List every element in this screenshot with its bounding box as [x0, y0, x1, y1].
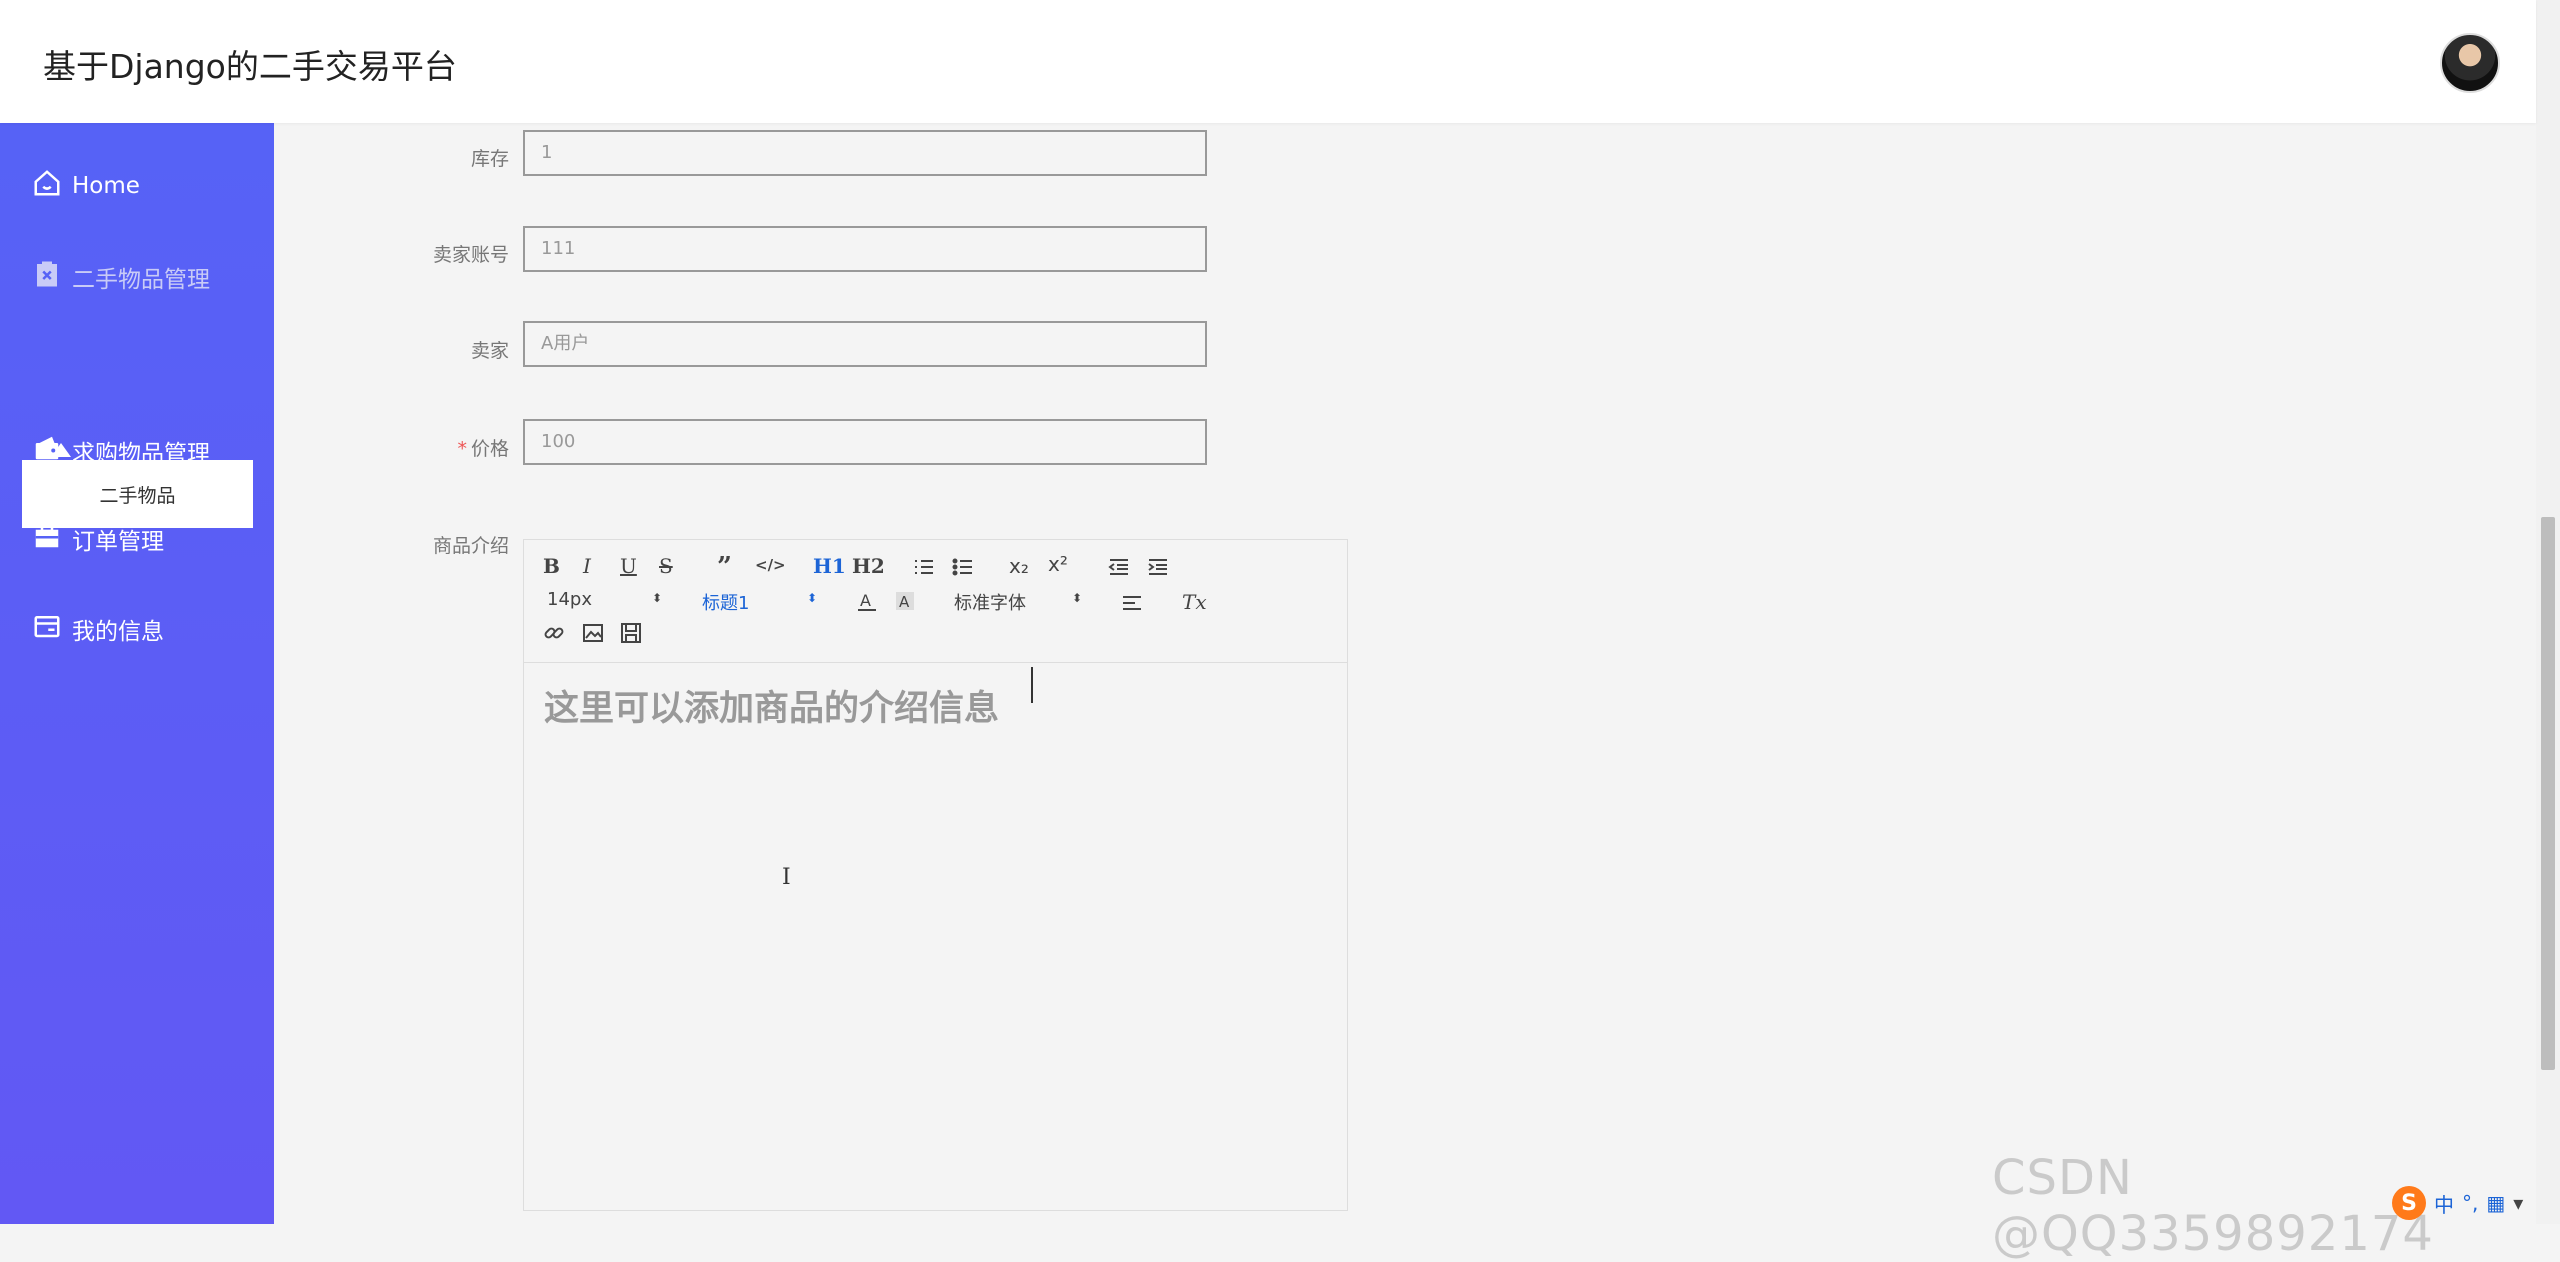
- strike-button[interactable]: S: [659, 554, 673, 578]
- chevron-down-icon[interactable]: ▾: [2513, 1191, 2523, 1215]
- bold-button[interactable]: B: [543, 554, 560, 578]
- h2-button[interactable]: H2: [852, 554, 885, 578]
- h1-button[interactable]: H1: [813, 554, 846, 578]
- text-cursor: [1031, 667, 1033, 703]
- rich-text-editor[interactable]: B I U S ” </> H1 H2 x₂ x² 14px ⬍ 标题1 ⬍ A…: [523, 539, 1348, 1211]
- code-button[interactable]: </>: [755, 556, 786, 574]
- svg-text:A: A: [899, 593, 910, 611]
- outdent-icon[interactable]: [1108, 556, 1130, 582]
- ibeam-cursor-icon: I: [782, 865, 791, 890]
- indent-icon[interactable]: [1147, 556, 1169, 582]
- wallet-icon: [32, 433, 62, 469]
- sidebar-item-label: Home: [72, 173, 140, 199]
- punctuation-icon[interactable]: °,: [2462, 1191, 2478, 1215]
- header-select[interactable]: 标题1 ⬍: [702, 589, 817, 615]
- seller-account-label: 卖家账号: [432, 244, 509, 266]
- ime-mode[interactable]: 中: [2434, 1189, 2454, 1218]
- align-icon[interactable]: [1121, 592, 1143, 618]
- header-value: 标题1: [702, 593, 750, 614]
- price-label: * 价格: [369, 434, 509, 461]
- clipboard-icon: [32, 259, 62, 295]
- sidebar-item-orders[interactable]: 订单管理: [32, 521, 164, 557]
- background-color-icon[interactable]: A: [894, 590, 916, 618]
- video-icon[interactable]: [620, 622, 642, 648]
- required-mark: *: [457, 438, 467, 460]
- seller-input[interactable]: A用户: [523, 321, 1207, 367]
- select-arrow-icon: ⬍: [652, 591, 663, 605]
- system-tray: S 中 °, ▦ ▾: [2392, 1186, 2523, 1220]
- sidebar-item-label: 求购物品管理: [72, 441, 210, 467]
- font-family-select[interactable]: 标准字体 ⬍: [954, 589, 1084, 615]
- description-label: 商品介绍: [432, 535, 509, 557]
- link-icon[interactable]: [543, 622, 565, 648]
- select-arrow-icon: ⬍: [1072, 591, 1083, 605]
- sidebar-item-secondhand[interactable]: 二手物品管理: [32, 259, 210, 295]
- stock-input[interactable]: 1: [523, 130, 1207, 176]
- home-icon: [32, 168, 62, 204]
- grid-icon[interactable]: ▦: [2486, 1191, 2505, 1215]
- price-input[interactable]: 100: [523, 419, 1207, 465]
- font-color-icon[interactable]: A: [856, 590, 878, 618]
- price-label-text: 价格: [470, 438, 509, 460]
- seller-label: 卖家: [470, 340, 509, 362]
- image-icon[interactable]: [582, 622, 604, 648]
- italic-button[interactable]: I: [583, 554, 591, 578]
- sidebar-item-profile[interactable]: 我的信息: [32, 611, 164, 647]
- user-avatar[interactable]: [2440, 33, 2500, 93]
- sidebar-item-label: 二手物品管理: [72, 267, 210, 293]
- font-family-value: 标准字体: [954, 593, 1026, 614]
- sidebar-item-home[interactable]: Home: [32, 168, 140, 204]
- submenu-item-secondhand-goods[interactable]: 二手物品: [22, 460, 253, 528]
- select-arrow-icon: ⬍: [807, 591, 818, 605]
- subscript-button[interactable]: x₂: [1009, 554, 1029, 578]
- seller-account-input[interactable]: 111: [523, 226, 1207, 272]
- top-bar: 基于Django的二手交易平台: [0, 0, 2536, 123]
- editor-content[interactable]: 这里可以添加商品的介绍信息: [544, 680, 999, 731]
- sidebar-item-wanted[interactable]: 求购物品管理: [32, 433, 210, 469]
- quote-button[interactable]: ”: [717, 552, 732, 582]
- sogou-ime-icon[interactable]: S: [2392, 1186, 2426, 1220]
- sidebar: Home 二手物品管理 二手物品 求购物品管理 订单管理 我的信息: [0, 123, 274, 1224]
- editor-toolbar: B I U S ” </> H1 H2 x₂ x² 14px ⬍ 标题1 ⬍ A…: [524, 540, 1347, 663]
- sidebar-item-label: 我的信息: [72, 619, 164, 645]
- underline-button[interactable]: U: [620, 554, 637, 578]
- scrollbar-thumb[interactable]: [2541, 517, 2555, 1070]
- ordered-list-icon[interactable]: [913, 556, 935, 582]
- id-card-icon: [32, 611, 62, 647]
- briefcase-icon: [32, 521, 62, 557]
- bullet-list-icon[interactable]: [952, 556, 974, 582]
- sidebar-item-label: 订单管理: [72, 529, 164, 555]
- stock-label: 库存: [470, 148, 509, 170]
- font-size-value: 14px: [547, 589, 592, 610]
- superscript-button[interactable]: x²: [1048, 552, 1068, 576]
- font-size-select[interactable]: 14px ⬍: [547, 589, 662, 610]
- svg-text:A: A: [860, 591, 871, 610]
- app-title: 基于Django的二手交易平台: [43, 47, 457, 86]
- clear-format-button[interactable]: Tx: [1182, 590, 1207, 614]
